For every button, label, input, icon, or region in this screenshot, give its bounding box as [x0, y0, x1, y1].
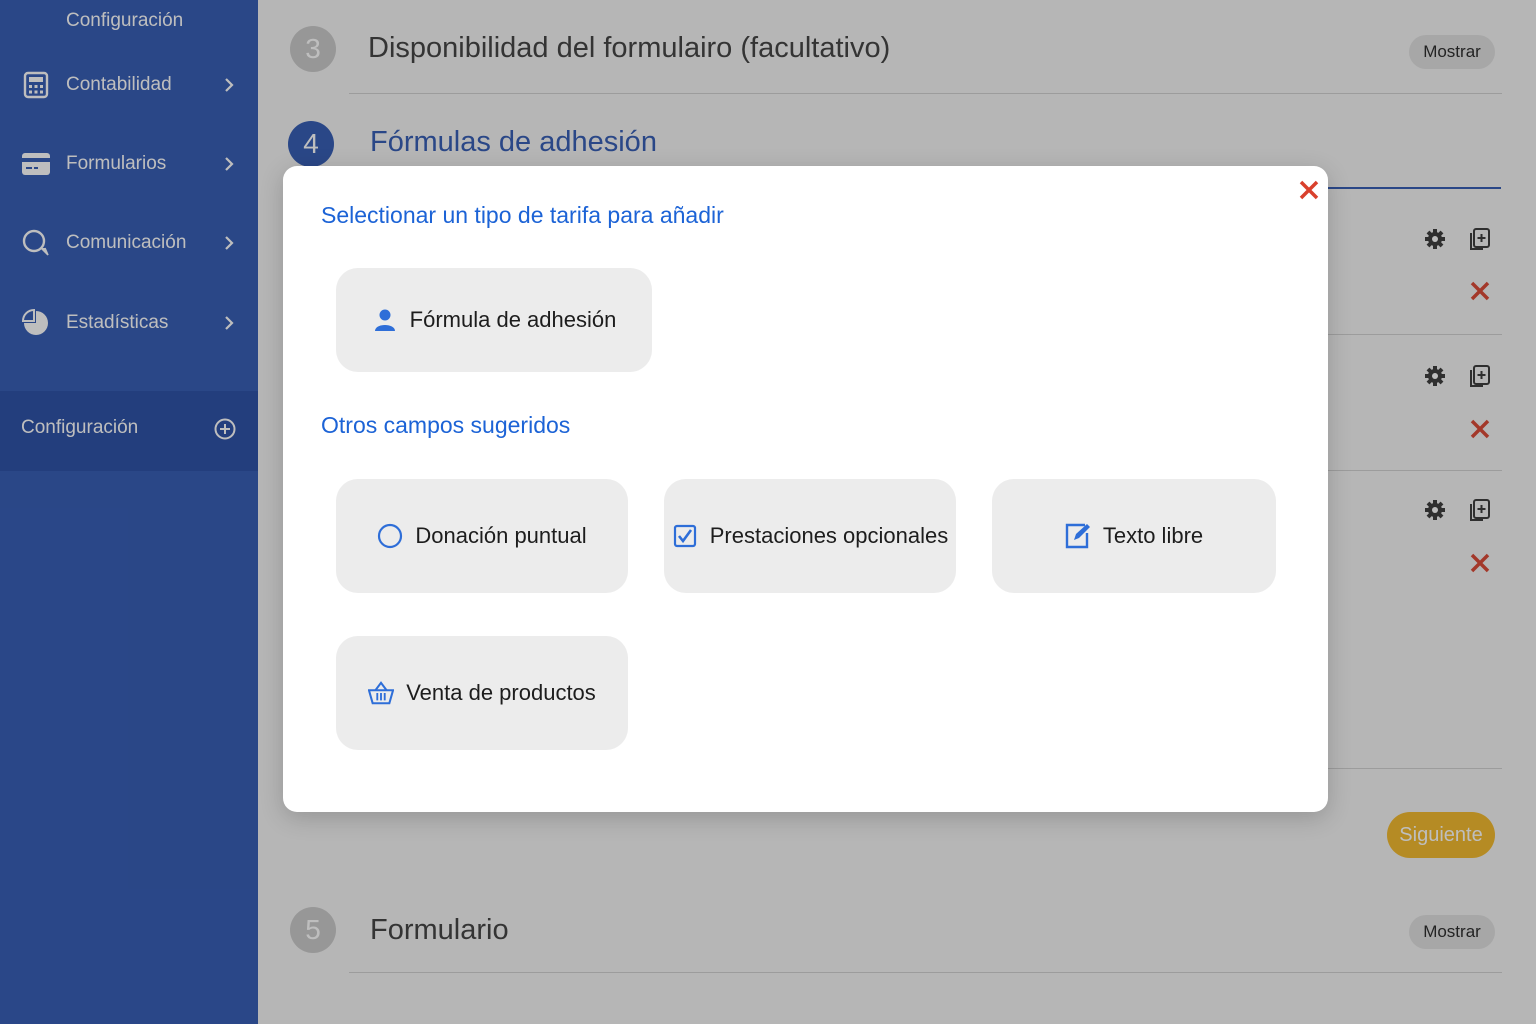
option-prestaciones-opcionales[interactable]: Prestaciones opcionales [664, 479, 956, 593]
option-texto-libre[interactable]: Texto libre [992, 479, 1276, 593]
option-venta-productos[interactable]: Venta de productos [336, 636, 628, 750]
radio-circle-icon [377, 523, 403, 549]
option-label: Texto libre [1102, 523, 1204, 548]
option-donacion-puntual[interactable]: Donación puntual [336, 479, 628, 593]
close-icon[interactable] [1295, 176, 1323, 204]
option-label: Venta de productos [406, 680, 596, 705]
user-icon [372, 307, 398, 333]
edit-icon [1065, 523, 1091, 549]
add-rate-modal: Selectionar un tipo de tarifa para añadi… [283, 166, 1328, 812]
basket-icon [368, 680, 395, 706]
checkbox-icon [672, 523, 698, 549]
option-formula-adhesion[interactable]: Fórmula de adhesión [336, 268, 652, 372]
suggested-title: Otros campos sugeridos [321, 412, 571, 438]
option-label: Donación puntual [415, 523, 587, 548]
option-label: Prestaciones opcionales [709, 523, 949, 548]
modal-title: Selectionar un tipo de tarifa para añadi… [321, 202, 724, 228]
option-label: Fórmula de adhesión [409, 307, 617, 332]
